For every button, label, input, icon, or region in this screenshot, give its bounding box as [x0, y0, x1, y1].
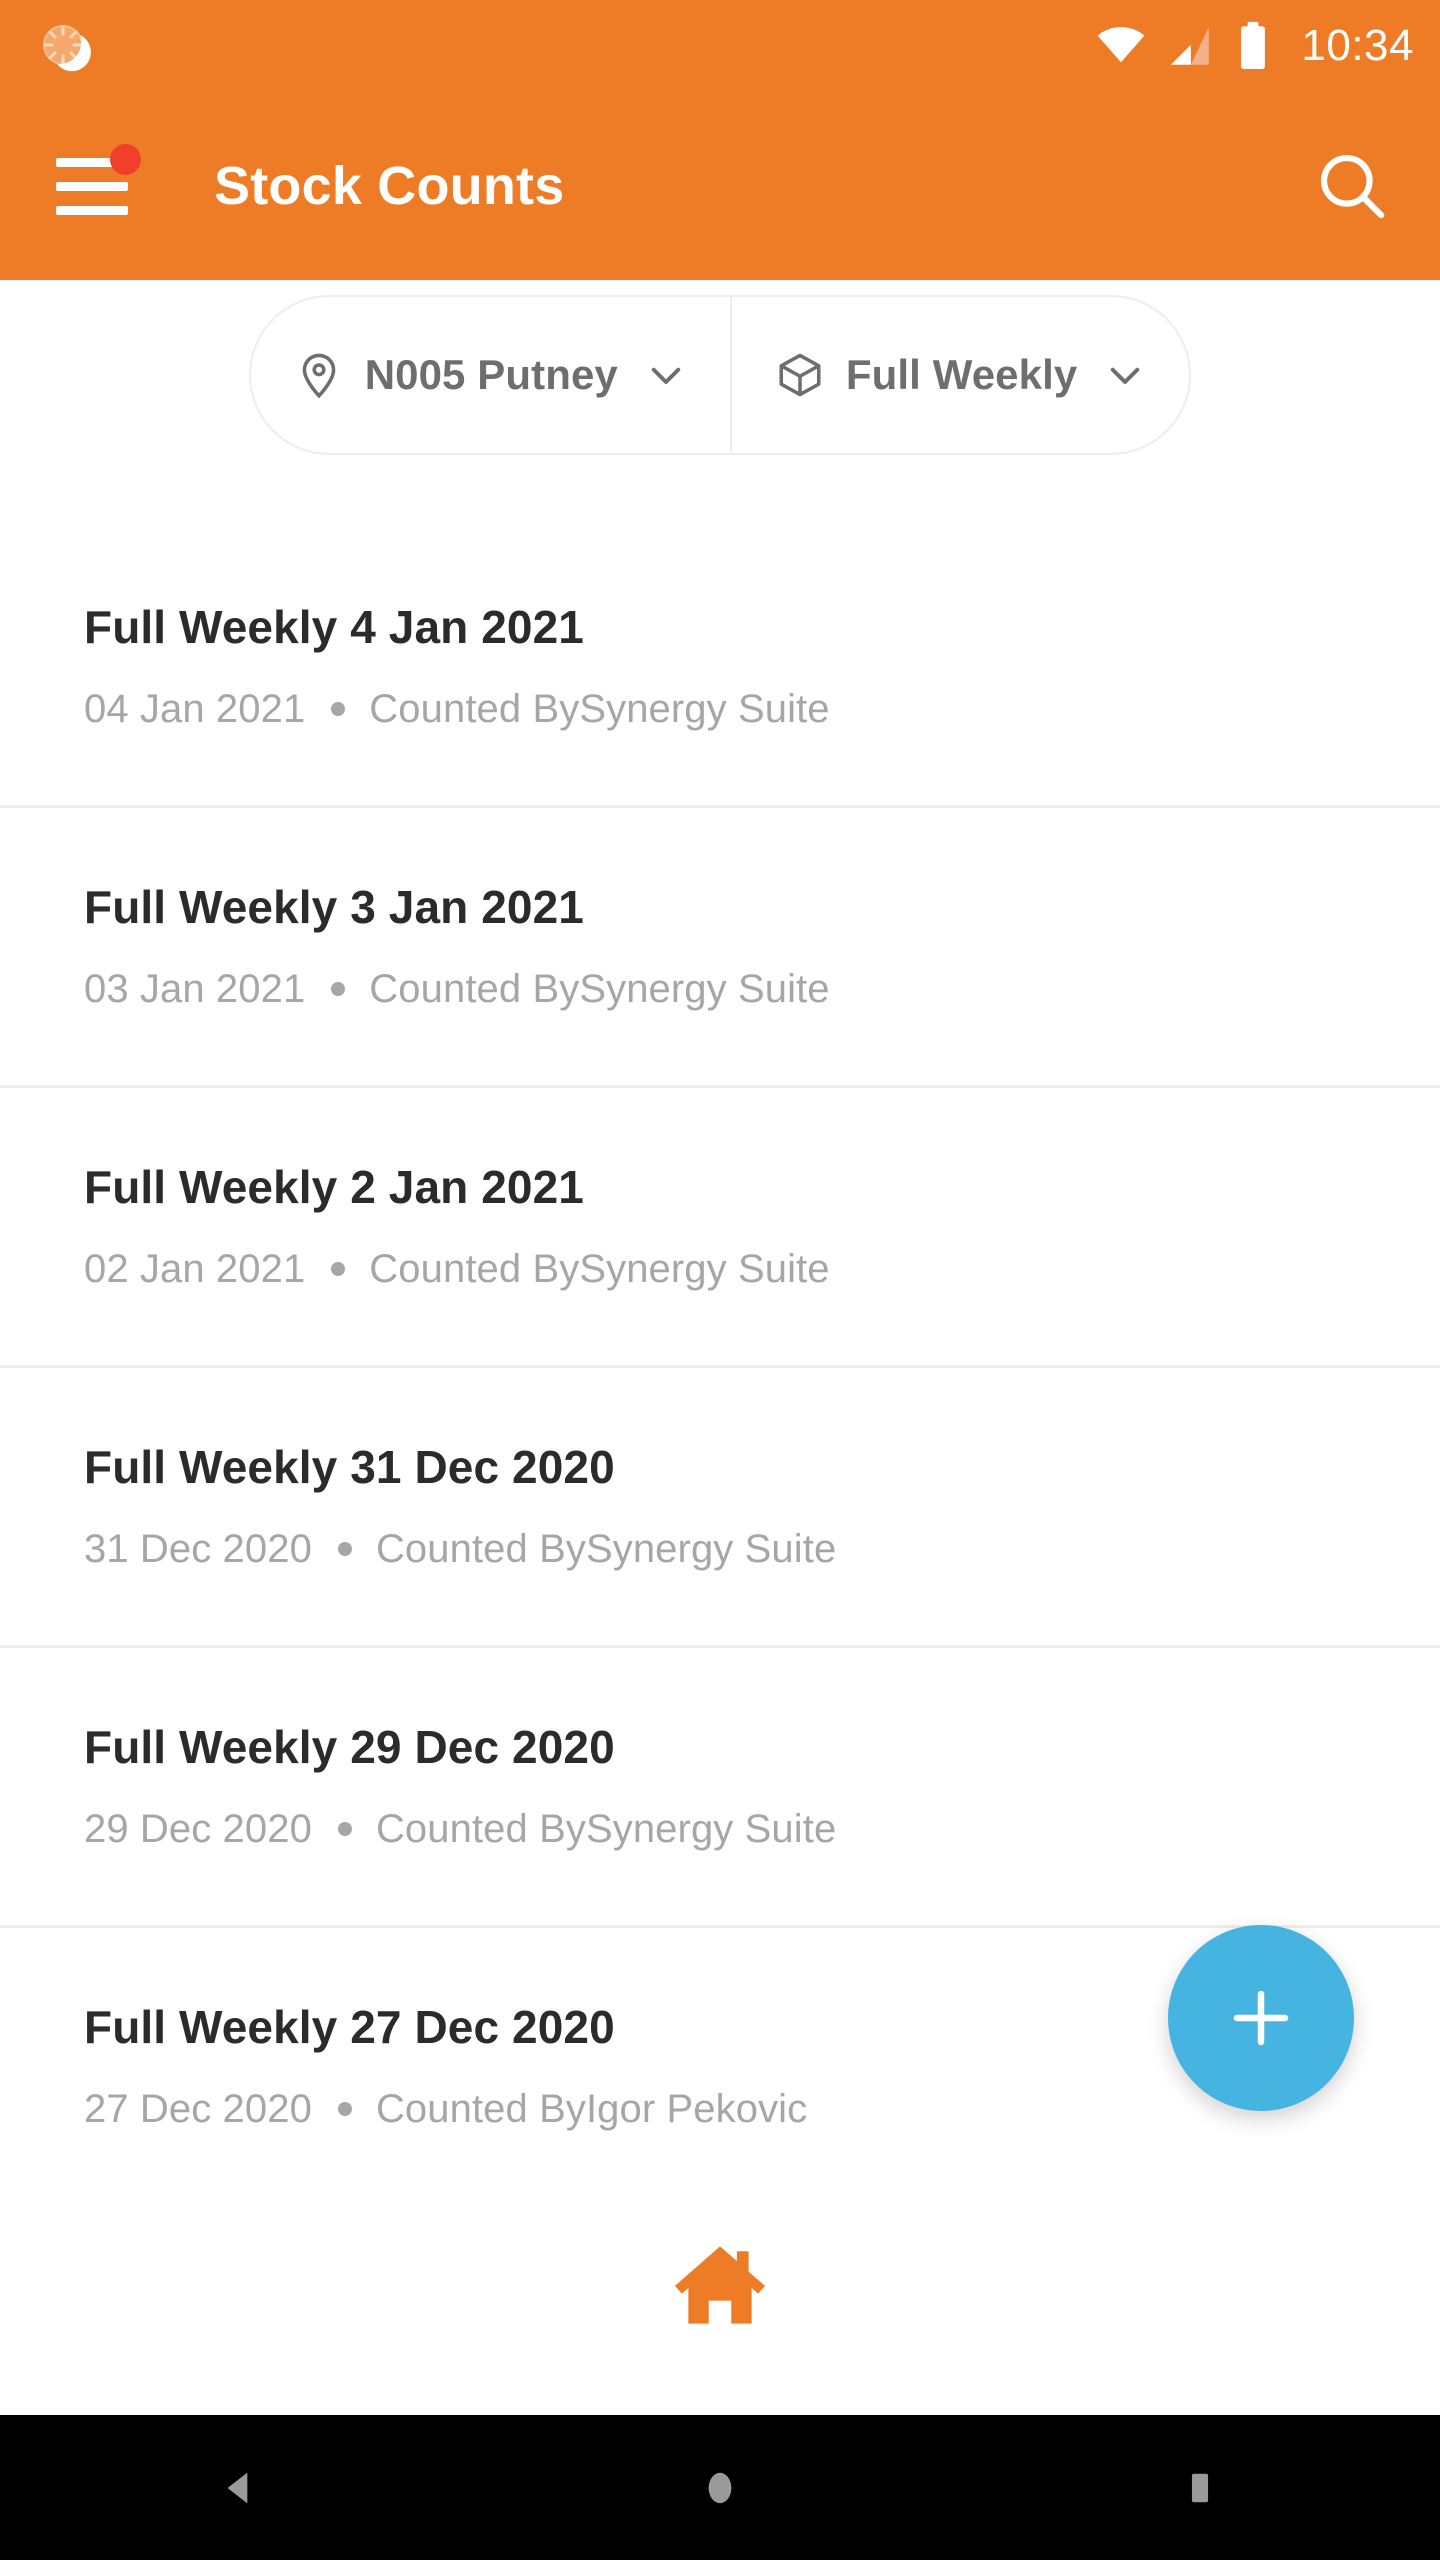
row-subtitle: 27 Dec 2020 Counted ByIgor Pekovic	[84, 2087, 1356, 2131]
table-row[interactable]: Full Weekly 4 Jan 2021 04 Jan 2021 Count…	[0, 528, 1440, 805]
android-navigation-bar	[0, 2415, 1440, 2560]
filter-chip-group: N005 Putney Full Weekly	[248, 295, 1192, 455]
row-date: 31 Dec 2020	[84, 1526, 312, 1571]
filter-chip-count-type[interactable]: Full Weekly	[729, 297, 1189, 453]
row-counted-by: Counted BySynergy Suite	[375, 1526, 837, 1571]
back-triangle-icon	[227, 2472, 248, 2503]
filter-chip-location-label: N005 Putney	[364, 351, 618, 398]
bullet-separator-icon	[331, 1261, 346, 1276]
plus-icon	[1233, 1990, 1289, 2046]
filter-bar: N005 Putney Full Weekly	[0, 280, 1440, 470]
row-title: Full Weekly 2 Jan 2021	[84, 1161, 584, 1214]
status-bar: 10:34	[0, 0, 1440, 92]
row-counted-by: Counted ByIgor Pekovic	[375, 2086, 808, 2131]
row-counted-by: Counted BySynergy Suite	[369, 686, 830, 731]
row-subtitle: 04 Jan 2021 Counted BySynergy Suite	[84, 687, 1356, 731]
row-title: Full Weekly 27 Dec 2020	[84, 2001, 615, 2054]
notification-sync-icon	[43, 25, 91, 72]
android-back-button[interactable]	[160, 2415, 320, 2560]
android-recents-button[interactable]	[1120, 2415, 1280, 2560]
battery-icon	[1241, 21, 1266, 69]
add-stock-count-fab[interactable]	[1168, 1925, 1354, 2111]
status-bar-right: 10:34	[1095, 19, 1414, 73]
location-pin-icon	[293, 349, 345, 401]
menu-notification-dot	[110, 144, 141, 175]
page-title: Stock Counts	[214, 156, 565, 216]
row-title: Full Weekly 31 Dec 2020	[84, 1441, 615, 1494]
android-home-button[interactable]	[640, 2415, 800, 2560]
row-subtitle: 31 Dec 2020 Counted BySynergy Suite	[84, 1527, 1356, 1571]
chevron-down-icon	[1103, 353, 1147, 397]
row-counted-by: Counted BySynergy Suite	[375, 1806, 837, 1851]
home-circle-icon	[708, 2472, 732, 2503]
filter-chip-location[interactable]: N005 Putney	[251, 297, 730, 453]
row-subtitle: 29 Dec 2020 Counted BySynergy Suite	[84, 1807, 1356, 1851]
table-row[interactable]: Full Weekly 29 Dec 2020 29 Dec 2020 Coun…	[0, 1648, 1440, 1925]
table-row[interactable]: Full Weekly 2 Jan 2021 02 Jan 2021 Count…	[0, 1088, 1440, 1365]
row-date: 29 Dec 2020	[84, 1806, 312, 1851]
recents-square-icon	[1191, 2473, 1209, 2502]
bullet-separator-icon	[331, 701, 346, 716]
chevron-down-icon	[644, 353, 688, 397]
bullet-separator-icon	[337, 1821, 352, 1836]
home-indicator-bar	[0, 2220, 1440, 2350]
row-title: Full Weekly 4 Jan 2021	[84, 601, 584, 654]
hamburger-menu-icon-line2	[56, 181, 128, 191]
row-title: Full Weekly 3 Jan 2021	[84, 881, 584, 934]
search-icon	[1320, 154, 1385, 219]
bullet-separator-icon	[337, 2101, 352, 2116]
status-bar-left	[36, 17, 94, 75]
filter-chip-count-type-label: Full Weekly	[845, 351, 1078, 398]
row-subtitle: 03 Jan 2021 Counted BySynergy Suite	[84, 967, 1356, 1011]
row-subtitle: 02 Jan 2021 Counted BySynergy Suite	[84, 1247, 1356, 1291]
search-button[interactable]	[1304, 138, 1400, 234]
hamburger-menu-icon-line3	[56, 205, 128, 215]
cellular-signal-icon	[1171, 27, 1210, 65]
bullet-separator-icon	[337, 1541, 352, 1556]
row-date: 02 Jan 2021	[84, 1246, 306, 1291]
hamburger-menu-button[interactable]	[56, 144, 141, 224]
row-date: 27 Dec 2020	[84, 2086, 312, 2131]
table-row[interactable]: Full Weekly 3 Jan 2021 03 Jan 2021 Count…	[0, 808, 1440, 1085]
row-counted-by: Counted BySynergy Suite	[369, 966, 830, 1011]
row-date: 03 Jan 2021	[84, 966, 306, 1011]
table-row[interactable]: Full Weekly 31 Dec 2020 31 Dec 2020 Coun…	[0, 1368, 1440, 1645]
wifi-icon	[1097, 27, 1145, 63]
status-bar-clock: 10:34	[1301, 21, 1414, 70]
row-title: Full Weekly 29 Dec 2020	[84, 1721, 615, 1774]
row-counted-by: Counted BySynergy Suite	[369, 1246, 830, 1291]
app-bar: Stock Counts	[0, 92, 1440, 280]
home-icon[interactable]	[668, 2233, 772, 2337]
app-screen: 10:34 Stock Counts N005 Putney Full Week…	[0, 0, 1440, 2560]
cube-box-icon	[774, 349, 826, 401]
row-date: 04 Jan 2021	[84, 686, 306, 731]
bullet-separator-icon	[331, 981, 346, 996]
